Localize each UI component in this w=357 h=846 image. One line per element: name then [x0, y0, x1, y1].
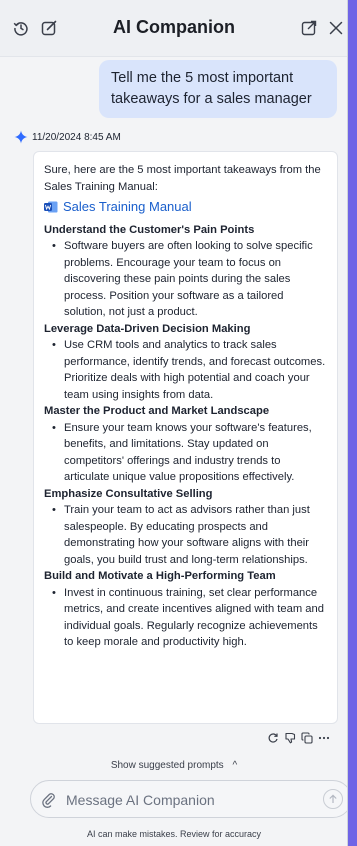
user-message-bubble: Tell me the 5 most important takeaways f…	[99, 60, 337, 118]
panel-header: AI Companion	[0, 0, 347, 57]
thumbs-down-icon[interactable]	[283, 731, 297, 745]
takeaway-title: Understand the Customer's Pain Points	[44, 223, 255, 236]
close-icon[interactable]	[325, 17, 347, 39]
message-input[interactable]	[64, 789, 313, 811]
suggested-prompts-toggle[interactable]: Show suggested prompts ^	[0, 760, 347, 771]
bullet: •	[52, 240, 56, 252]
takeaway-section: Understand the Customer's Pain Points • S…	[44, 222, 327, 321]
document-link-label: Sales Training Manual	[63, 199, 192, 214]
response-timestamp: 11/20/2024 8:45 AM	[32, 132, 121, 143]
takeaway-section: Build and Motivate a High-Performing Tea…	[44, 568, 327, 651]
ai-companion-panel: AI Companion Tell me the 5 most importan…	[0, 0, 348, 846]
arrow-up-icon	[329, 794, 337, 803]
bullet: •	[52, 421, 56, 434]
takeaway-title: Emphasize Consultative Selling	[44, 487, 213, 500]
takeaway-section: Leverage Data-Driven Decision Making • Us…	[44, 321, 327, 404]
bullet: •	[52, 339, 56, 351]
takeaway-section: Emphasize Consultative Selling • Train yo…	[44, 486, 327, 569]
panel-title: AI Companion	[113, 17, 235, 37]
document-link[interactable]: Sales Training Manual	[44, 199, 327, 216]
response-intro: Sure, here are the 5 most important take…	[44, 164, 321, 193]
response-actions	[266, 731, 331, 745]
bullet: •	[52, 586, 56, 599]
takeaway-text: Train your team to act as advisors rathe…	[64, 504, 310, 566]
ai-response-card: Sure, here are the 5 most important take…	[33, 151, 338, 724]
response-meta: 11/20/2024 8:45 AM	[14, 130, 121, 144]
pop-out-icon[interactable]	[298, 17, 320, 39]
paperclip-icon[interactable]	[41, 792, 57, 808]
takeaway-section: Master the Product and Market Landscape …	[44, 403, 327, 486]
send-button[interactable]	[323, 789, 343, 809]
takeaway-title: Build and Motivate a High-Performing Tea…	[44, 570, 276, 582]
takeaway-text: Ensure your team knows your software's f…	[64, 421, 312, 484]
more-icon[interactable]	[317, 731, 331, 745]
takeaway-text: Invest in continuous training, set clear…	[64, 586, 324, 649]
takeaway-text: Software buyers are often looking to sol…	[64, 240, 313, 318]
ai-disclaimer: AI can make mistakes. Review for accurac…	[86, 829, 262, 839]
chevron-up-icon: ^	[232, 760, 238, 771]
bullet: •	[52, 504, 56, 516]
word-document-icon	[44, 201, 58, 213]
refresh-icon[interactable]	[266, 731, 280, 745]
takeaway-text: Use CRM tools and analytics to track sal…	[64, 339, 326, 401]
sparkle-icon	[14, 130, 28, 144]
message-composer	[30, 780, 347, 818]
takeaway-title: Leverage Data-Driven Decision Making	[44, 322, 251, 335]
takeaway-title: Master the Product and Market Landscape	[44, 405, 270, 417]
copy-icon[interactable]	[300, 731, 314, 745]
suggested-prompts-label: Show suggested prompts	[110, 760, 224, 771]
